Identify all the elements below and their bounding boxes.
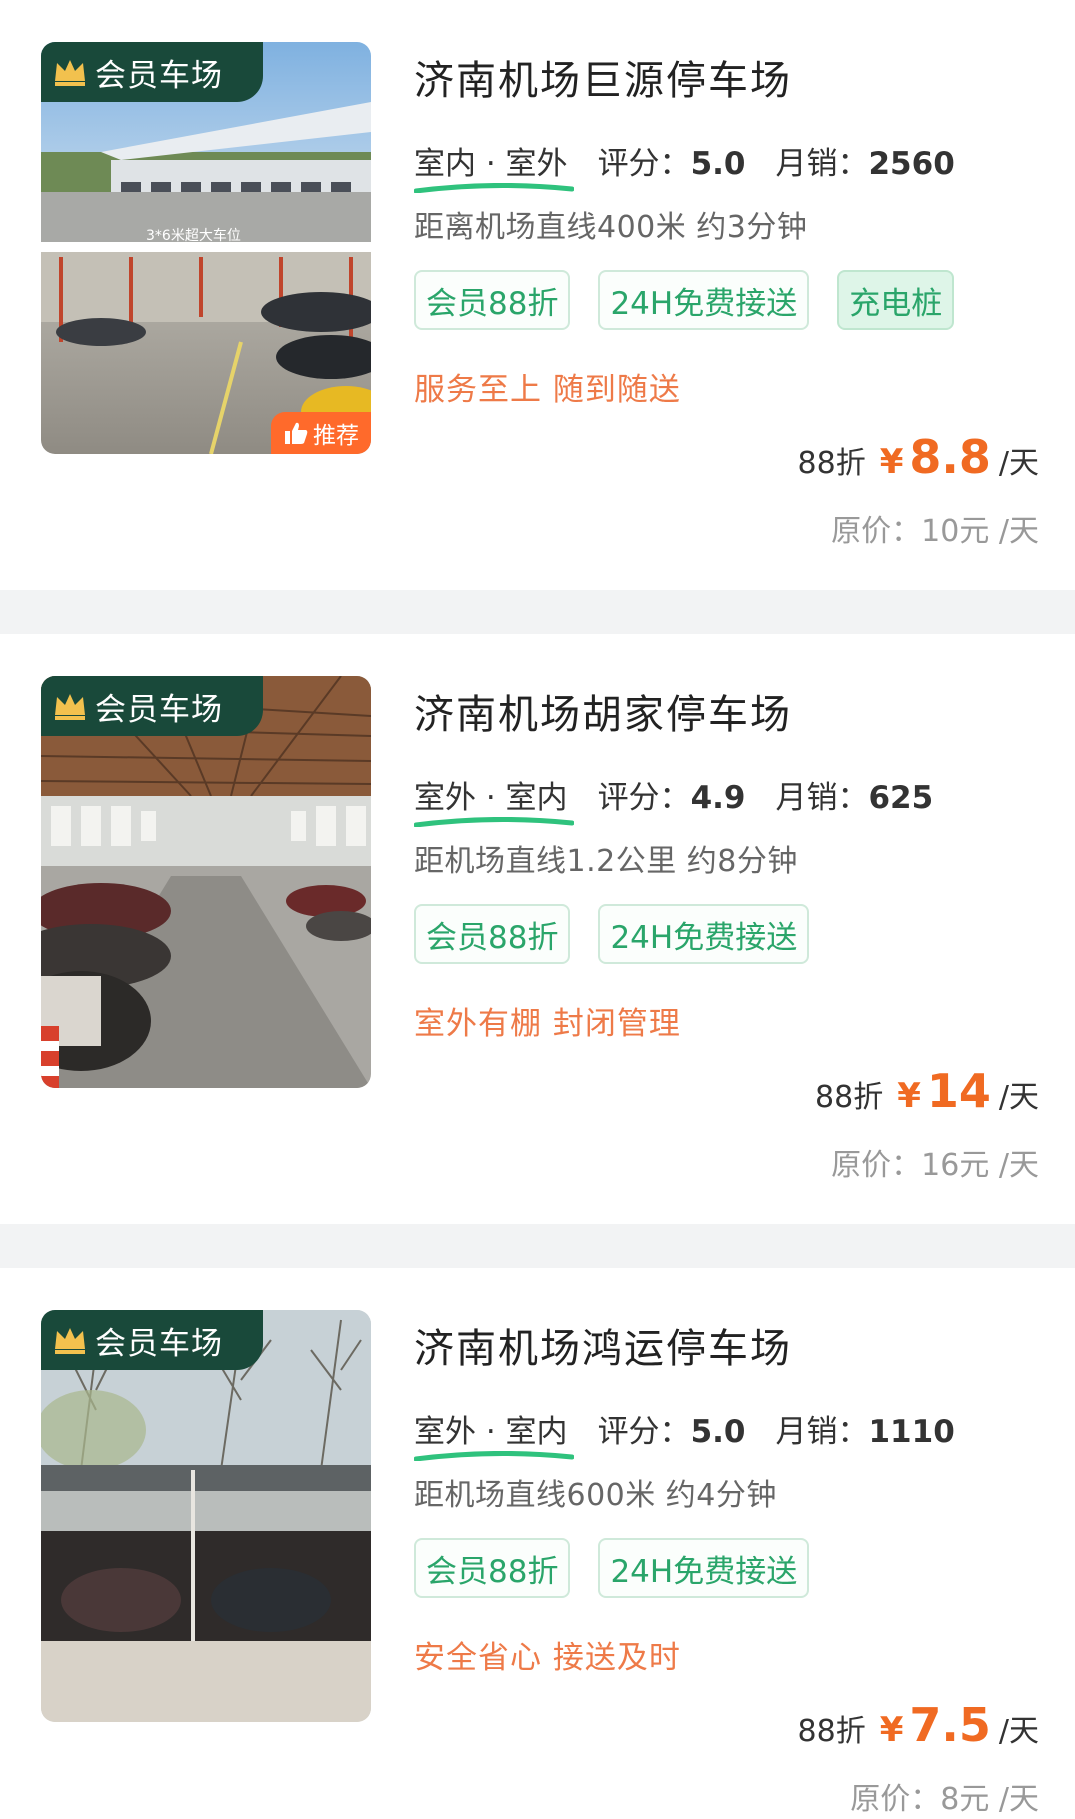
discount-label: 88折 <box>797 1714 866 1749</box>
rating-label: 评分： <box>597 780 691 816</box>
sales-value: 2560 <box>868 146 955 182</box>
parking-meta: 室外 · 室内 评分：4.9 月销：625 <box>414 772 933 827</box>
rating-label: 评分： <box>597 1414 691 1450</box>
original-price: 原价：8元 /天 <box>850 1782 1039 1817</box>
tag-member-discount: 会员88折 <box>414 904 571 964</box>
thumbs-up-icon <box>285 422 308 444</box>
rating-value: 5.0 <box>690 146 746 182</box>
sales-label: 月销： <box>775 1414 869 1450</box>
sales-value: 1110 <box>868 1414 955 1450</box>
parking-card[interactable]: 3*6米超大车位 会员车场 推荐 济南机场巨源停车场 室内 · 室外 评分：5.… <box>0 0 1075 590</box>
slogan: 室外有棚 封闭管理 <box>414 1006 681 1042</box>
rating-value: 5.0 <box>690 1414 746 1450</box>
member-parking-badge: 会员车场 <box>41 42 263 102</box>
price: 88折 ¥ 14 /天 <box>815 1064 1039 1118</box>
recommend-badge: 推荐 <box>271 412 371 454</box>
parking-photo[interactable]: 3*6米超大车位 会员车场 推荐 <box>41 42 371 454</box>
monthly-sales: 月销：1110 <box>775 1406 954 1451</box>
parking-photo[interactable]: 会员车场 <box>41 1310 371 1722</box>
parking-title[interactable]: 济南机场鸿运停车场 <box>414 1316 792 1374</box>
distance-info: 距机场直线1.2公里 约8分钟 <box>414 844 798 879</box>
member-badge-label: 会员车场 <box>95 691 223 728</box>
monthly-sales: 月销：625 <box>775 772 933 817</box>
crown-icon <box>55 60 85 86</box>
tag-free-shuttle: 24H免费接送 <box>598 904 810 964</box>
environment-type: 室外 · 室内 <box>414 1406 574 1461</box>
member-parking-badge: 会员车场 <box>41 676 263 736</box>
rating-value: 4.9 <box>690 780 746 816</box>
price-value: 7.5 <box>909 1698 991 1752</box>
price: 88折 ¥ 7.5 /天 <box>798 1698 1039 1752</box>
price-unit: /天 <box>998 1080 1039 1115</box>
price-value: 14 <box>926 1064 991 1118</box>
underline-decoration <box>414 183 574 193</box>
tag-charging-pile: 充电桩 <box>837 270 955 330</box>
sales-label: 月销： <box>775 780 869 816</box>
tag-free-shuttle: 24H免费接送 <box>598 270 810 330</box>
tag-member-discount: 会员88折 <box>414 270 571 330</box>
tag-list: 会员88折 24H免费接送 充电桩 <box>414 270 982 330</box>
monthly-sales: 月销：2560 <box>775 138 954 183</box>
photo-caption: 3*6米超大车位 <box>146 227 241 244</box>
covered-parking-photo <box>41 1310 371 1722</box>
parking-garage-photo <box>41 676 371 1088</box>
sales-value: 625 <box>868 780 934 816</box>
underline-decoration <box>414 1451 574 1461</box>
slogan: 安全省心 接送及时 <box>414 1640 681 1676</box>
rating: 评分：4.9 <box>598 772 746 817</box>
member-parking-badge: 会员车场 <box>41 1310 263 1370</box>
rating: 评分：5.0 <box>598 138 746 183</box>
parking-lot-photo: 3*6米超大车位 <box>41 42 371 454</box>
underline-decoration <box>414 817 574 827</box>
parking-title[interactable]: 济南机场胡家停车场 <box>414 682 792 740</box>
sales-label: 月销： <box>775 146 869 182</box>
environment-type: 室外 · 室内 <box>414 772 574 827</box>
environment-label: 室外 · 室内 <box>414 1414 568 1450</box>
recommend-label: 推荐 <box>313 423 359 449</box>
distance-info: 距离机场直线400米 约3分钟 <box>414 210 808 245</box>
card-separator <box>0 1224 1075 1268</box>
price-unit: /天 <box>998 446 1039 481</box>
discount-label: 88折 <box>815 1080 884 1115</box>
tag-list: 会员88折 24H免费接送 <box>414 1538 837 1598</box>
price-unit: /天 <box>998 1714 1039 1749</box>
parking-card[interactable]: 会员车场 济南机场胡家停车场 室外 · 室内 评分：4.9 月销：625 距机场… <box>0 634 1075 1224</box>
original-price: 原价：16元 /天 <box>831 1148 1039 1183</box>
crown-icon <box>55 1328 85 1354</box>
environment-label: 室内 · 室外 <box>414 146 568 182</box>
currency-symbol: ¥ <box>879 1710 904 1750</box>
parking-meta: 室外 · 室内 评分：5.0 月销：1110 <box>414 1406 955 1461</box>
discount-label: 88折 <box>797 446 866 481</box>
parking-photo[interactable]: 会员车场 <box>41 676 371 1088</box>
price-value: 8.8 <box>909 430 991 484</box>
tag-member-discount: 会员88折 <box>414 1538 571 1598</box>
currency-symbol: ¥ <box>879 442 904 482</box>
parking-meta: 室内 · 室外 评分：5.0 月销：2560 <box>414 138 955 193</box>
currency-symbol: ¥ <box>897 1076 921 1116</box>
member-badge-label: 会员车场 <box>95 57 223 94</box>
rating: 评分：5.0 <box>598 1406 746 1451</box>
tag-list: 会员88折 24H免费接送 <box>414 904 837 964</box>
original-price: 原价：10元 /天 <box>831 514 1039 549</box>
price: 88折 ¥ 8.8 /天 <box>798 430 1039 484</box>
environment-label: 室外 · 室内 <box>414 780 568 816</box>
tag-free-shuttle: 24H免费接送 <box>598 1538 810 1598</box>
card-separator <box>0 590 1075 634</box>
environment-type: 室内 · 室外 <box>414 138 574 193</box>
parking-card[interactable]: 会员车场 济南机场鸿运停车场 室外 · 室内 评分：5.0 月销：1110 距机… <box>0 1268 1075 1819</box>
parking-title[interactable]: 济南机场巨源停车场 <box>414 48 792 106</box>
crown-icon <box>55 694 85 720</box>
rating-label: 评分： <box>597 146 691 182</box>
distance-info: 距机场直线600米 约4分钟 <box>414 1478 777 1513</box>
slogan: 服务至上 随到随送 <box>414 372 681 408</box>
member-badge-label: 会员车场 <box>95 1325 223 1362</box>
